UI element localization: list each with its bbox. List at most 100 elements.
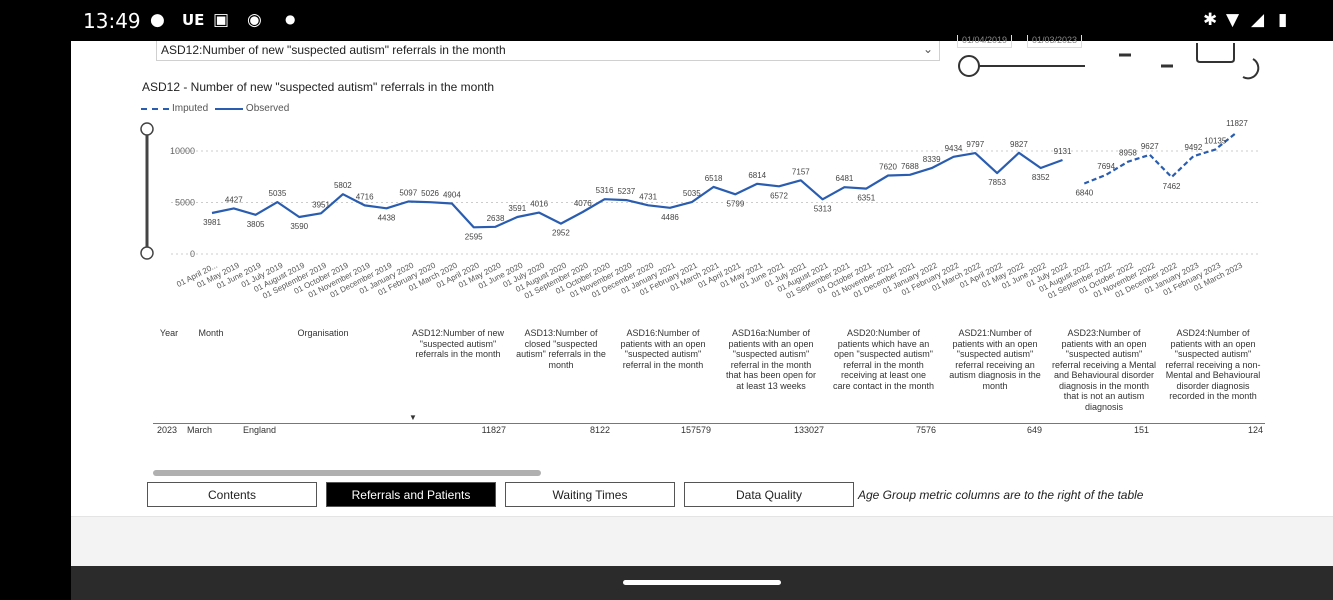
y-tick-label: 10000: [170, 146, 195, 156]
cell-asd21: 649: [1026, 425, 1042, 435]
messenger-icon: ●: [150, 10, 165, 30]
line-chart: 0 5000 10000 3981 4427 3805 5035 3590 3951 5802 47…: [140, 119, 1261, 301]
col-header-year[interactable]: Year: [155, 328, 183, 339]
col-header-asd20[interactable]: ASD20:Number of patients which have an o…: [831, 328, 936, 391]
data-label: 5026: [421, 189, 439, 198]
status-time: 13:49: [83, 9, 141, 33]
bluetooth-icon: ✱: [1203, 10, 1218, 30]
tab-data-quality[interactable]: Data Quality: [684, 482, 854, 507]
data-label: 7157: [792, 167, 810, 176]
cell-asd20: 7576: [915, 425, 936, 435]
data-label: 7694: [1097, 162, 1115, 171]
data-label: 9492: [1184, 143, 1202, 152]
y-tick-label: 0: [190, 249, 195, 259]
data-label: 9434: [945, 144, 963, 153]
table-row[interactable]: 2023 March England 11827 8122 157579 133…: [153, 425, 1265, 437]
y-range-slider-handle-bottom: [140, 246, 154, 260]
y-range-slider-handle-top: [140, 122, 154, 136]
data-label: 6518: [705, 174, 723, 183]
cell-month: March: [187, 425, 213, 435]
data-label: 4716: [356, 192, 374, 201]
data-label: 5097: [399, 189, 417, 198]
data-label: 9827: [1010, 140, 1028, 149]
notification-text: UE: [182, 11, 205, 29]
tab-referrals-and-patients[interactable]: Referrals and Patients: [326, 482, 496, 507]
col-header-asd13[interactable]: ASD13:Number of closed "suspected autism…: [512, 328, 610, 370]
app-icon: ▣: [213, 10, 230, 30]
data-label: 5035: [269, 189, 287, 198]
cell-asd23: 151: [1133, 425, 1149, 435]
tab-waiting-times[interactable]: Waiting Times: [505, 482, 675, 507]
report-page: ASD12:Number of new "suspected autism" r…: [71, 35, 1333, 567]
data-label: 3590: [290, 222, 308, 231]
cell-asd12: 11827: [481, 425, 506, 435]
chrome-icon: ◉: [247, 10, 262, 30]
col-header-asd23[interactable]: ASD23:Number of patients with an open "s…: [1051, 328, 1157, 412]
header-divider: [153, 423, 1265, 424]
signal-icon: ◢: [1251, 10, 1265, 30]
data-label: 8958: [1119, 149, 1137, 158]
data-label: 9797: [966, 140, 984, 149]
data-label: 4016: [530, 200, 548, 209]
navigation-bar: [71, 566, 1333, 600]
data-label: 5035: [683, 189, 701, 198]
sort-indicator-icon[interactable]: ▼: [409, 413, 417, 422]
data-label: 9627: [1141, 142, 1159, 151]
data-label: 4438: [378, 213, 396, 222]
col-header-asd24[interactable]: ASD24:Number of patients with an open "s…: [1161, 328, 1265, 402]
data-label: 4904: [443, 190, 461, 199]
y-tick-label: 5000: [175, 198, 195, 208]
cell-year: 2023: [157, 425, 178, 435]
data-label: 6481: [836, 174, 854, 183]
data-label: 2595: [465, 232, 483, 241]
col-header-month[interactable]: Month: [191, 328, 231, 339]
cell-asd13: 8122: [589, 425, 610, 435]
data-label: 5799: [727, 199, 745, 208]
data-label: 6814: [748, 171, 766, 180]
data-label: 3951: [312, 200, 330, 209]
data-label: 10135: [1204, 137, 1227, 146]
data-label: 9131: [1054, 147, 1072, 156]
data-label: 8339: [923, 155, 941, 164]
data-label: 6840: [1075, 189, 1093, 198]
data-label: 4731: [639, 192, 657, 201]
data-label: 3591: [508, 204, 526, 213]
home-gesture-handle[interactable]: [623, 580, 781, 585]
col-header-asd16[interactable]: ASD16:Number of patients with an open "s…: [614, 328, 712, 370]
data-label: 5313: [814, 204, 832, 213]
data-label: 3805: [247, 220, 265, 229]
tab-contents[interactable]: Contents: [147, 482, 317, 507]
data-label: 4486: [661, 213, 679, 222]
age-group-note: Age Group metric columns are to the righ…: [858, 488, 1144, 502]
data-label: 2638: [487, 214, 505, 223]
data-label: 7853: [988, 178, 1006, 187]
data-label: 7462: [1163, 182, 1181, 191]
data-label: 2952: [552, 229, 570, 238]
data-label: 5237: [617, 187, 635, 196]
data-label: 3981: [203, 218, 221, 227]
col-header-asd21[interactable]: ASD21:Number of patients with an open "s…: [945, 328, 1045, 391]
cell-asd24: 124: [1247, 425, 1263, 435]
data-label: 5316: [596, 186, 614, 195]
data-label: 5802: [334, 181, 352, 190]
page-footer: [71, 516, 1333, 567]
data-label: 8352: [1032, 173, 1050, 182]
battery-icon: ▮: [1278, 10, 1288, 30]
data-label: 4076: [574, 199, 592, 208]
data-label: 11827: [1226, 119, 1248, 128]
more-notifications-icon: ●: [285, 12, 296, 26]
col-header-asd16a[interactable]: ASD16a:Number of patients with an open "…: [722, 328, 820, 391]
data-label: 7688: [901, 162, 919, 171]
status-bar: 13:49 ● UE ▣ ◉ ● ✱ ▼ ◢ ▮: [0, 0, 1333, 41]
col-header-asd12[interactable]: ASD12:Number of new "suspected autism" r…: [409, 328, 507, 360]
data-label: 7620: [879, 163, 897, 172]
wifi-icon: ▼: [1226, 10, 1240, 30]
cell-asd16: 157579: [680, 425, 711, 435]
data-label: 6572: [770, 191, 788, 200]
cell-organisation: England: [243, 425, 277, 435]
data-label: 4427: [225, 195, 243, 204]
col-header-organisation[interactable]: Organisation: [271, 328, 375, 339]
data-label: 6351: [857, 194, 875, 203]
table-horizontal-scrollbar[interactable]: [153, 470, 541, 476]
cell-asd16a: 133027: [793, 425, 824, 435]
